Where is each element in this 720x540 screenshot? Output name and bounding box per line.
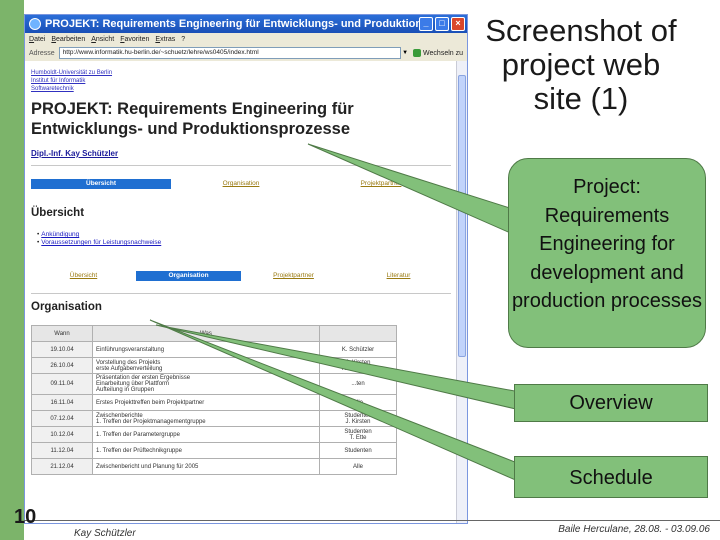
menu-item-help[interactable]: ? <box>181 36 185 43</box>
menu-bar: Datei Bearbeiten Ansicht Favoriten Extra… <box>25 33 467 45</box>
cell-what: Präsentation der ersten Ergebnisse Einar… <box>92 373 320 395</box>
overview-list: Ankündigung Voraussetzungen für Leistung… <box>37 231 161 247</box>
minimize-icon[interactable]: _ <box>419 17 433 31</box>
author-link[interactable]: Dipl.-Inf. Kay Schützler <box>31 149 118 158</box>
tab-overview[interactable]: Übersicht <box>31 179 171 189</box>
university-links: Humboldt-Universität zu Berlin Institut … <box>31 69 112 93</box>
menu-item-extras[interactable]: Extras <box>155 36 175 43</box>
link-department[interactable]: Softwaretechnik <box>31 85 112 93</box>
slide-number: 10 <box>14 506 37 528</box>
table-row: 26.10.04 Vorstellung des Projekts erste A… <box>31 357 397 374</box>
address-label: Adresse <box>29 49 55 57</box>
browser-window: PROJEKT: Requirements Engineering für En… <box>24 14 468 524</box>
cell-what: 1. Treffen der Parametergruppe <box>92 426 320 443</box>
cell-who: Alle <box>319 458 397 475</box>
cell-what: Einführungsveranstaltung <box>92 341 320 358</box>
vertical-scrollbar[interactable] <box>456 61 467 523</box>
go-label: Wechseln zu <box>423 49 463 57</box>
nav-bar-bottom: Übersicht Organisation Projektpartner Li… <box>31 271 451 281</box>
divider <box>31 293 451 294</box>
cell-what: Zwischenberichte 1. Treffen der Projektm… <box>92 410 320 427</box>
link-institute[interactable]: Institut für Informatik <box>31 77 112 85</box>
callout-project: Project: Requirements Engineering for de… <box>508 158 706 348</box>
tab-organisation[interactable]: Organisation <box>171 179 311 189</box>
cell-date: 26.10.04 <box>31 357 93 374</box>
table-row: 10.12.04 1. Treffen der Parametergruppe St… <box>31 426 397 443</box>
callout-schedule: Schedule <box>514 456 708 498</box>
page-viewport: Humboldt-Universität zu Berlin Institut … <box>25 61 457 523</box>
tab-literatur[interactable]: Literatur <box>346 271 451 281</box>
overview-heading: Übersicht <box>31 207 85 219</box>
table-row: 07.12.04 Zwischenberichte 1. Treffen der … <box>31 410 397 427</box>
page-title-line2: Entwicklungs- und Produktionsprozesse <box>31 120 351 138</box>
tab-projektpartner-2[interactable]: Projektpartner <box>241 271 346 281</box>
footer-author: Kay Schützler <box>74 528 136 539</box>
close-icon[interactable]: × <box>451 17 465 31</box>
page-title: PROJEKT: Requirements Engineering für En… <box>31 99 354 139</box>
footer-divider <box>24 520 720 521</box>
ie-icon <box>29 18 41 30</box>
slide-title: Screenshot of project web site (1) <box>485 13 677 116</box>
cell-who: Alle <box>319 394 397 411</box>
cell-who: K. Schützler <box>319 341 397 358</box>
cell-date: 09.11.04 <box>31 373 93 395</box>
address-bar: Adresse http://www.informatik.hu-berlin.… <box>25 45 467 62</box>
table-row: 16.11.04 Erstes Projekttreffen beim Proje… <box>31 394 397 411</box>
cell-who: J. Kirsten K. Schützler <box>319 357 397 374</box>
cell-what: Vorstellung des Projekts erste Aufgabenv… <box>92 357 320 374</box>
footer-event: Baile Herculane, 28.08. - 03.09.06 <box>558 524 710 535</box>
schedule-table: Wann Was 19.10.04 Einführungsveranstaltun… <box>31 325 397 475</box>
column-header-who <box>319 325 397 342</box>
cell-who: Studenten T. Ette <box>319 426 397 443</box>
menu-item-favoriten[interactable]: Favoriten <box>120 36 149 43</box>
cell-date: 19.10.04 <box>31 341 93 358</box>
callout-overview: Overview <box>514 384 708 422</box>
link-university[interactable]: Humboldt-Universität zu Berlin <box>31 69 112 77</box>
cell-what: Zwischenbericht und Planung für 2005 <box>92 458 320 475</box>
tab-organisation-2[interactable]: Organisation <box>136 271 241 281</box>
cell-what: 1. Treffen der Prüftechnikgruppe <box>92 442 320 459</box>
cell-date: 21.12.04 <box>31 458 93 475</box>
menu-item-ansicht[interactable]: Ansicht <box>91 36 114 43</box>
address-input[interactable]: http://www.informatik.hu-berlin.de/~schu… <box>58 47 402 59</box>
cell-who: Studenten <box>319 442 397 459</box>
link-requirements[interactable]: Voraussetzungen für Leistungsnachweise <box>37 239 161 247</box>
go-button[interactable]: Wechseln zu <box>413 49 463 57</box>
divider <box>31 165 451 166</box>
table-row: 19.10.04 Einführungsveranstaltung K. Schüt… <box>31 341 397 358</box>
menu-item-datei[interactable]: Datei <box>29 36 45 43</box>
chevron-down-icon[interactable]: ▼ <box>401 50 409 56</box>
cell-date: 16.11.04 <box>31 394 93 411</box>
column-header-when: Wann <box>31 325 93 342</box>
link-announcement[interactable]: Ankündigung <box>37 231 161 239</box>
menu-item-bearbeiten[interactable]: Bearbeiten <box>51 36 85 43</box>
scroll-thumb[interactable] <box>458 75 466 357</box>
organisation-heading: Organisation <box>31 301 102 313</box>
cell-date: 10.12.04 <box>31 426 93 443</box>
tab-overview-2[interactable]: Übersicht <box>31 271 136 281</box>
column-header-what: Was <box>92 325 320 342</box>
maximize-icon[interactable]: □ <box>435 17 449 31</box>
go-arrow-icon <box>413 49 422 57</box>
browser-titlebar: PROJEKT: Requirements Engineering für En… <box>25 15 467 33</box>
slide-accent-bar <box>0 0 24 540</box>
cell-date: 11.12.04 <box>31 442 93 459</box>
cell-who: Studenten J. Kirsten <box>319 410 397 427</box>
page-title-line1: PROJEKT: Requirements Engineering für <box>31 100 354 118</box>
cell-date: 07.12.04 <box>31 410 93 427</box>
tab-projektpartner[interactable]: Projektpartner <box>311 179 451 189</box>
table-row: 11.12.04 1. Treffen der Prüftechnikgruppe… <box>31 442 397 459</box>
cell-what: Erstes Projekttreffen beim Projektpartne… <box>92 394 320 411</box>
cell-who: ...ten <box>319 373 397 395</box>
nav-bar-top: Übersicht Organisation Projektpartner <box>31 179 451 189</box>
window-title: PROJEKT: Requirements Engineering für En… <box>45 18 419 30</box>
table-row: 09.11.04 Präsentation der ersten Ergebnis… <box>31 373 397 395</box>
table-header-row: Wann Was <box>31 325 397 342</box>
table-row: 21.12.04 Zwischenbericht und Planung für … <box>31 458 397 475</box>
